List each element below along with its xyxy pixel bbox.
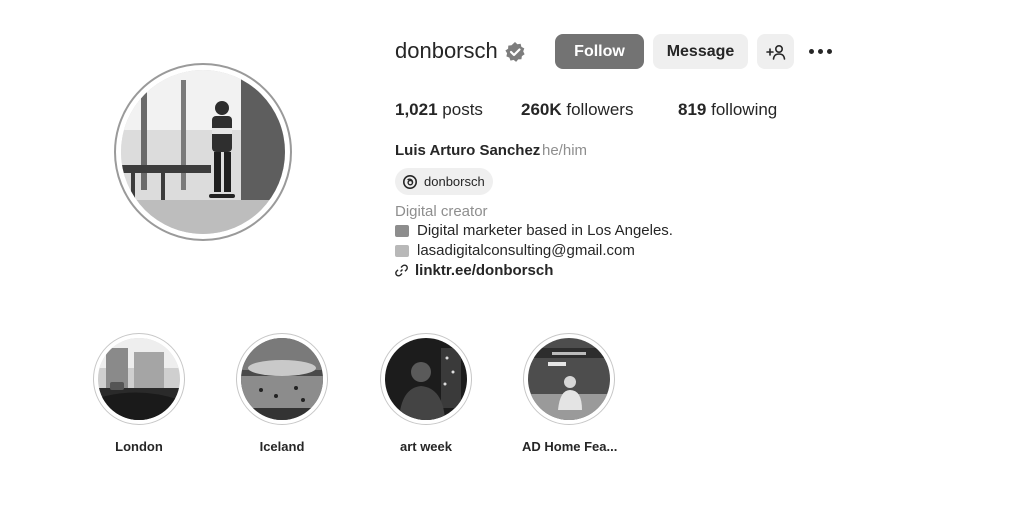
bio-link[interactable]: linktr.ee/donborsch (395, 262, 553, 279)
followers-count: 260K (521, 100, 562, 119)
following-label: following (711, 100, 778, 119)
follow-button[interactable]: Follow (555, 34, 644, 69)
more-dot (826, 48, 832, 54)
highlight-label: AD Home Fea... (522, 439, 618, 454)
highlight-cover (385, 338, 467, 420)
highlight-cover (98, 338, 180, 420)
picture-emoji-icon (395, 224, 409, 237)
highlight-label: Iceland (259, 439, 305, 454)
following-count: 819 (678, 100, 707, 119)
bio-link-text: linktr.ee/donborsch (415, 262, 554, 279)
highlight-ad-home[interactable]: AD Home Fea... (522, 333, 618, 454)
highlight-ring (380, 333, 472, 425)
more-dot (808, 48, 814, 54)
highlight-cover (528, 338, 610, 420)
profile-avatar (121, 70, 285, 234)
profile-username: donborsch (395, 38, 498, 63)
posts-label: posts (442, 100, 483, 119)
highlight-ring (523, 333, 615, 425)
profile-avatar-ring[interactable] (114, 63, 292, 241)
highlight-london[interactable]: London (92, 333, 186, 454)
add-user-icon (765, 44, 785, 60)
highlight-cover (241, 338, 323, 420)
posts-stat: 1,021 posts (395, 100, 483, 120)
pronouns: he/him (542, 142, 588, 159)
highlight-art-week[interactable]: art week (379, 333, 473, 454)
suggested-users-button[interactable] (757, 34, 794, 69)
highlight-label: art week (399, 439, 453, 454)
bio-line-1: Digital marketer based in Los Angeles. (395, 222, 673, 239)
followers-stat[interactable]: 260K followers (521, 100, 633, 120)
full-name: Luis Arturo Sanchez (395, 142, 541, 159)
threads-handle: donborsch (424, 174, 485, 189)
threads-icon (403, 174, 417, 189)
verified-badge-icon (505, 42, 525, 62)
posts-count: 1,021 (395, 100, 438, 119)
bio-line-2: lasadigitalconsulting@gmail.com (395, 242, 635, 259)
bio-email: lasadigitalconsulting@gmail.com (417, 242, 635, 259)
bio-text-1: Digital marketer based in Los Angeles. (417, 222, 673, 239)
following-stat[interactable]: 819 following (678, 100, 777, 120)
highlight-iceland[interactable]: Iceland (235, 333, 329, 454)
followers-label: followers (566, 100, 634, 119)
highlight-ring (93, 333, 185, 425)
more-dot (817, 48, 823, 54)
threads-badge[interactable]: donborsch (395, 168, 493, 195)
message-button[interactable]: Message (653, 34, 748, 69)
highlight-ring (236, 333, 328, 425)
envelope-emoji-icon (395, 244, 409, 257)
link-icon (395, 264, 408, 277)
profile-category: Digital creator (395, 203, 488, 220)
more-options-button[interactable] (805, 40, 835, 62)
highlight-label: London (115, 439, 163, 454)
